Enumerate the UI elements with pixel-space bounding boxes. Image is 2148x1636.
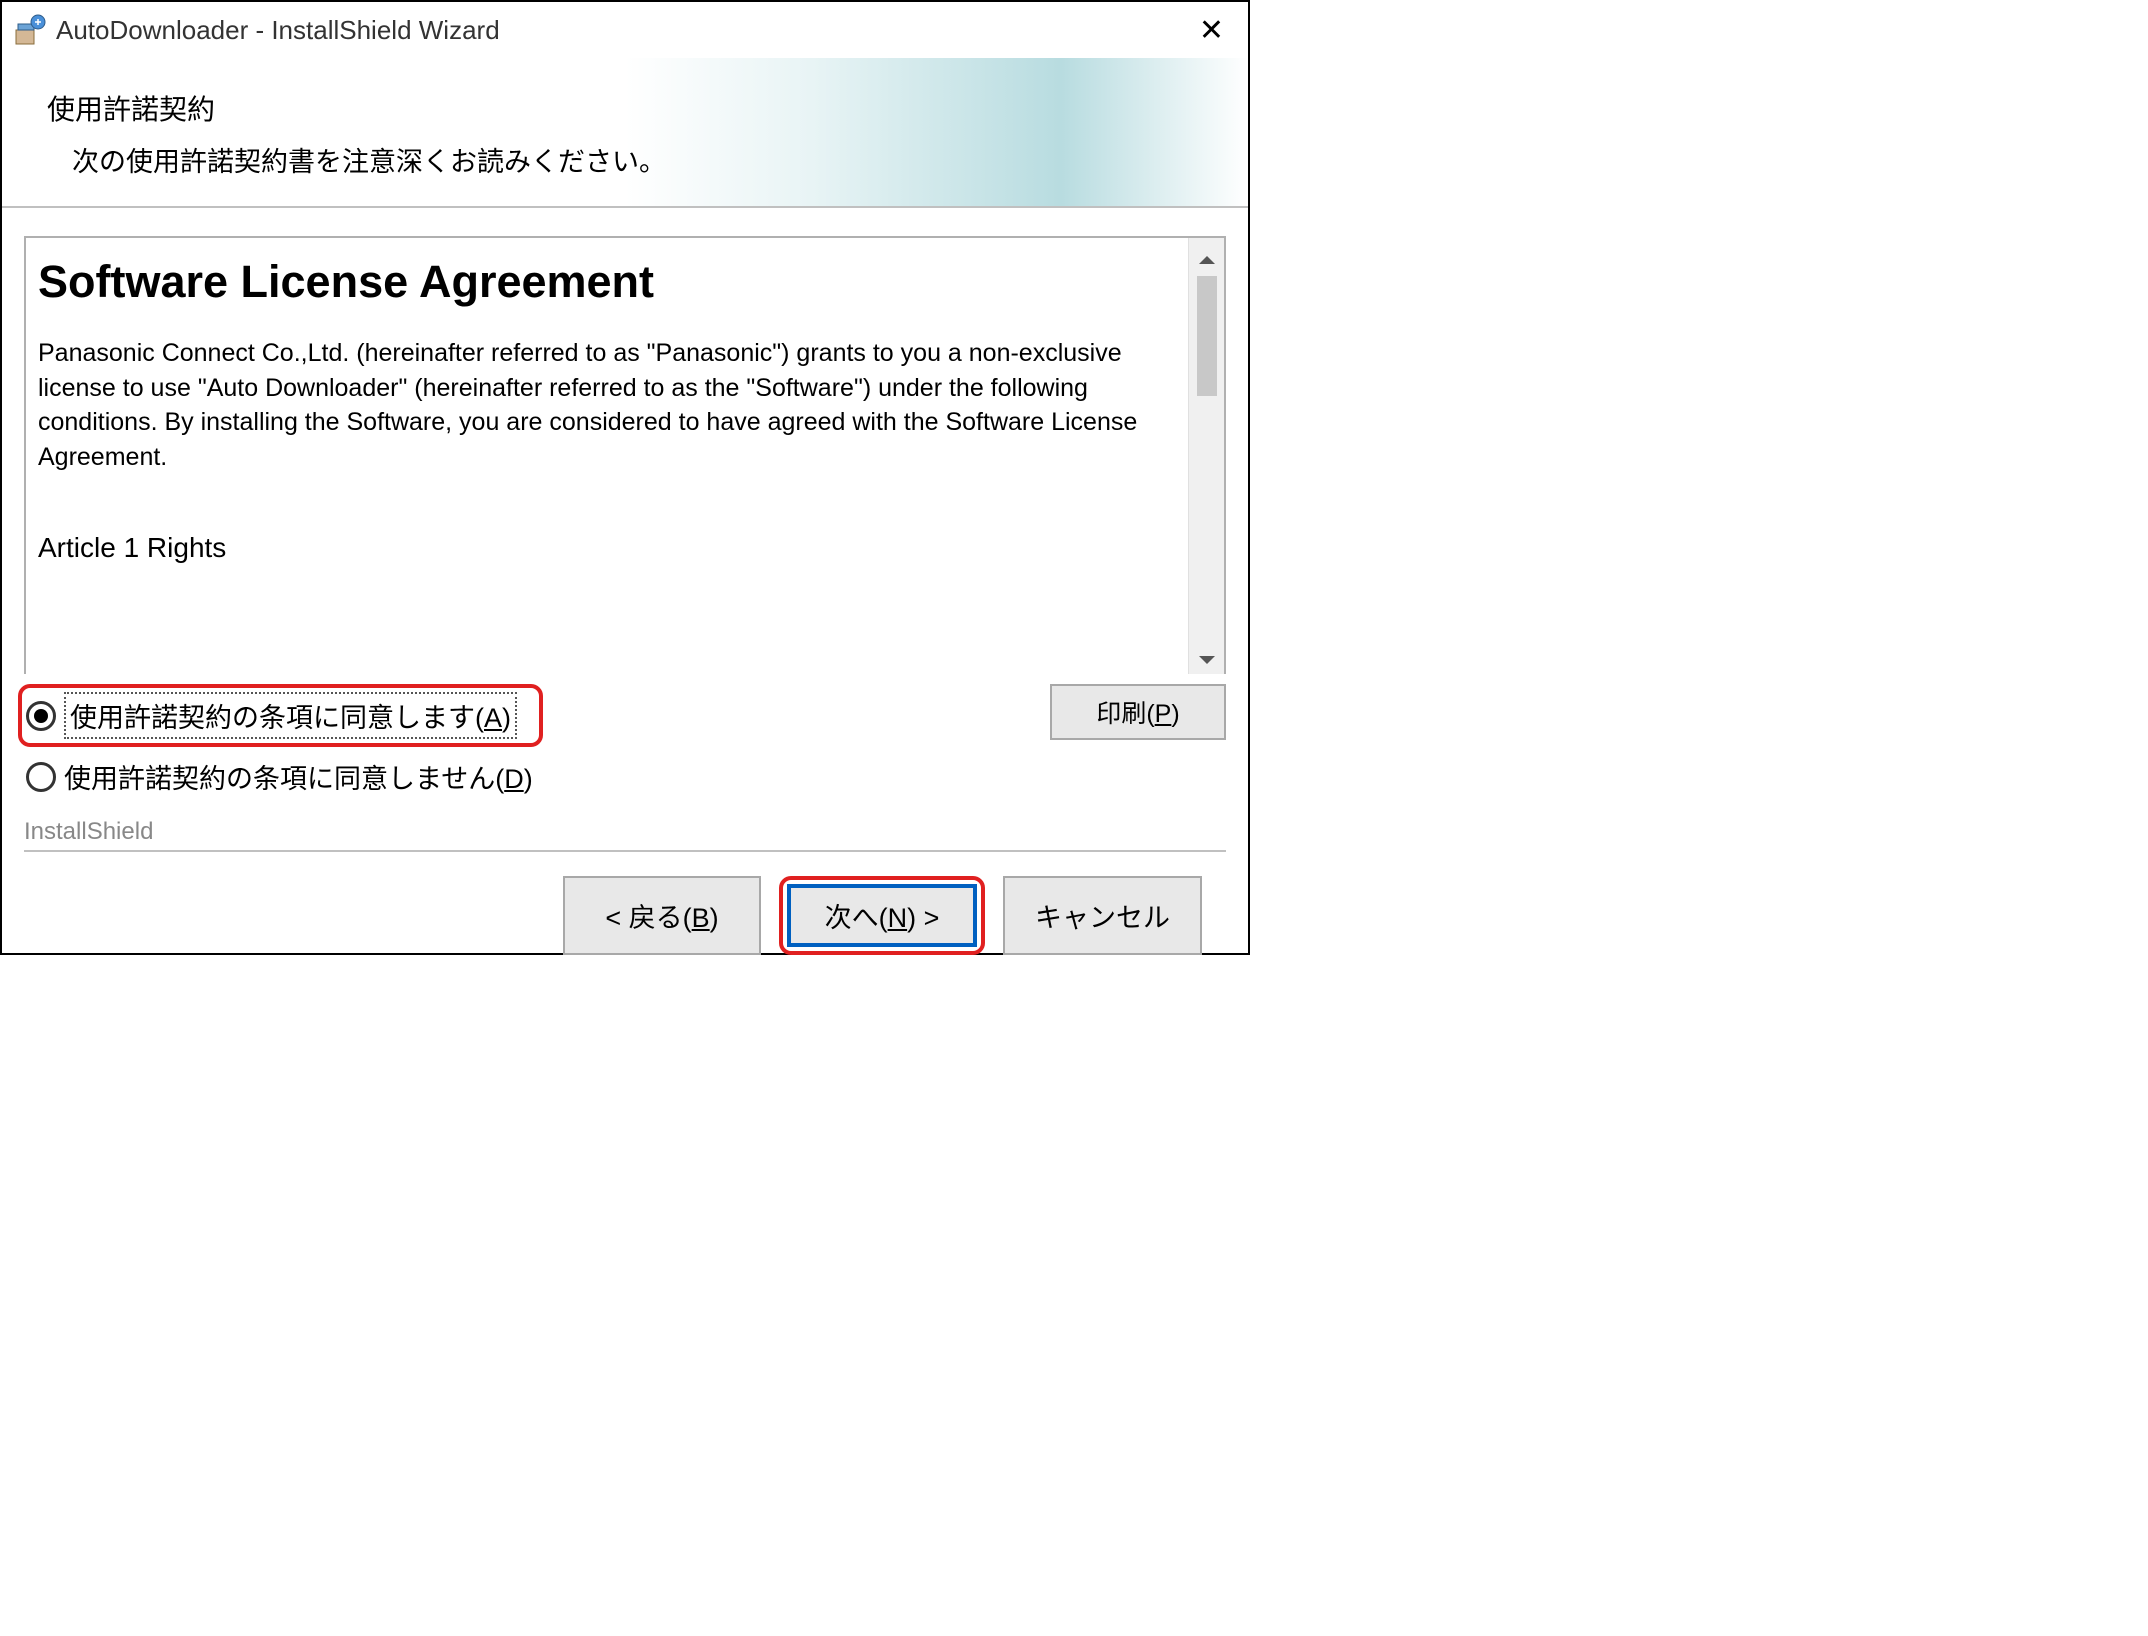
scroll-thumb[interactable] — [1197, 276, 1217, 396]
license-heading: Software License Agreement — [38, 256, 1180, 308]
radio-decline[interactable]: 使用許諾契約の条項に同意しません(D) — [24, 753, 543, 800]
radio-icon — [26, 701, 56, 731]
license-body: Panasonic Connect Co.,Ltd. (hereinafter … — [38, 336, 1180, 474]
button-row: < 戻る(B) 次へ(N) > キャンセル — [24, 852, 1226, 955]
installshield-label: InstallShield — [24, 818, 1226, 846]
print-button[interactable]: 印刷(P) — [1050, 684, 1226, 740]
license-article: Article 1 Rights — [38, 532, 1180, 564]
close-icon[interactable]: ✕ — [1187, 13, 1236, 48]
back-button[interactable]: < 戻る(B) — [563, 876, 761, 955]
radio-icon — [26, 762, 56, 792]
agreement-radio-group: 使用許諾契約の条項に同意します(A) 使用許諾契約の条項に同意しません(D) — [24, 684, 543, 800]
radio-accept[interactable]: 使用許諾契約の条項に同意します(A) — [18, 684, 543, 747]
license-agreement-box: Software License Agreement Panasonic Con… — [24, 236, 1226, 674]
scroll-up-icon[interactable] — [1199, 256, 1215, 264]
license-text: Software License Agreement Panasonic Con… — [26, 238, 1188, 674]
radio-accept-label: 使用許諾契約の条項に同意します(A) — [64, 692, 517, 739]
cancel-button[interactable]: キャンセル — [1003, 876, 1202, 955]
window-title: AutoDownloader - InstallShield Wizard — [56, 15, 1187, 46]
next-button[interactable]: 次へ(N) > — [787, 884, 977, 947]
footer-section: InstallShield < 戻る(B) 次へ(N) > キャンセル — [2, 800, 1248, 955]
radio-decline-label: 使用許諾契約の条項に同意しません(D) — [64, 757, 533, 796]
wizard-header: 使用許諾契約 次の使用許諾契約書を注意深くお読みください。 — [2, 58, 1248, 208]
content-area: Software License Agreement Panasonic Con… — [2, 208, 1248, 674]
scrollbar[interactable] — [1188, 238, 1224, 674]
installer-icon — [14, 14, 46, 46]
radio-section: 使用許諾契約の条項に同意します(A) 使用許諾契約の条項に同意しません(D) 印… — [2, 674, 1248, 800]
page-subtitle: 次の使用許諾契約書を注意深くお読みください。 — [72, 140, 666, 179]
scroll-down-icon[interactable] — [1199, 656, 1215, 664]
next-button-highlight: 次へ(N) > — [779, 876, 985, 955]
page-title: 使用許諾契約 — [47, 88, 215, 128]
titlebar: AutoDownloader - InstallShield Wizard ✕ — [2, 2, 1248, 58]
